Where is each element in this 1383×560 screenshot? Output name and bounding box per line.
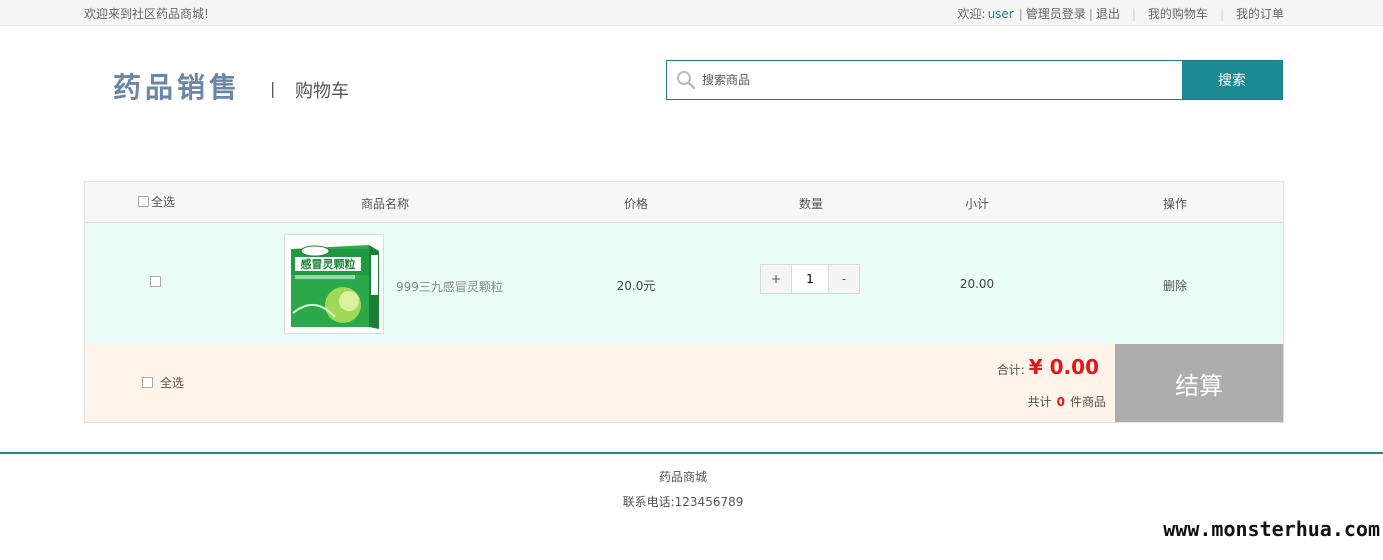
cart-summary: 全选 合计: ¥ 0.00 共计 0 件商品 结算 (85, 344, 1283, 422)
column-header-price: 价格 (623, 197, 649, 211)
total-amount: ¥ 0.00 (1028, 355, 1099, 379)
item-price: 20.0元 (616, 279, 656, 293)
item-checkbox[interactable] (150, 276, 161, 287)
search-bar: 搜索 (666, 60, 1283, 100)
footer-select-all[interactable]: 全选 (142, 374, 184, 391)
cart-table-header: 全选 商品名称 价格 数量 小计 操作 (85, 182, 1283, 223)
watermark-text: www.monsterhua.com (1163, 517, 1380, 541)
top-bar-links: 欢迎: user | 管理员登录 | 退出 | 我的购物车 | 我的订单 (958, 5, 1284, 22)
footer-site-name: 药品商城 (658, 470, 707, 484)
footer-contact: 联系电话:123456789 (622, 495, 744, 509)
quantity-stepper: + - (760, 264, 860, 294)
username-link[interactable]: user (988, 7, 1014, 21)
total-line: 合计: ¥ 0.00 (997, 355, 1099, 379)
product-image-label: 感冒灵颗粒 (301, 257, 356, 271)
quantity-decrement-button[interactable]: - (829, 265, 859, 293)
item-subtotal: 20.00 (959, 277, 995, 291)
count-suffix: 件商品 (1069, 395, 1106, 409)
search-icon (667, 61, 701, 99)
footer-select-all-checkbox[interactable] (142, 377, 153, 388)
total-label: 合计: (996, 363, 1025, 377)
quantity-increment-button[interactable]: + (761, 265, 791, 293)
select-all-label: 全选 (151, 195, 176, 209)
logout-link[interactable]: 退出 (1096, 5, 1120, 22)
table-row: 感冒灵颗粒 999三九感冒灵颗粒 20.0元 + - 20.00 删除 (85, 223, 1283, 345)
search-button[interactable]: 搜索 (1182, 61, 1282, 99)
divider: | (1219, 6, 1224, 21)
checkout-button[interactable]: 结算 (1115, 344, 1283, 422)
my-cart-link[interactable]: 我的购物车 (1148, 5, 1208, 22)
header-divider: | (270, 79, 276, 98)
site-logo[interactable]: 药品销售 (113, 66, 241, 106)
footer-select-all-label: 全选 (160, 376, 185, 390)
column-header-name: 商品名称 (360, 197, 410, 211)
divider: | (1131, 6, 1136, 21)
page-title: 购物车 (295, 81, 349, 102)
admin-login-link[interactable]: 管理员登录 (1026, 5, 1086, 22)
welcome-text: 欢迎来到社区药品商城! (84, 7, 209, 21)
top-bar: 欢迎来到社区药品商城! 欢迎: user | 管理员登录 | 退出 | 我的购物… (0, 0, 1383, 26)
cart-table: 全选 商品名称 价格 数量 小计 操作 感冒灵颗粒 999三九感冒灵颗粒 20.… (84, 181, 1284, 423)
product-image[interactable]: 感冒灵颗粒 (284, 234, 384, 334)
greeting-label: 欢迎: (957, 7, 986, 21)
count-prefix: 共计 (1027, 395, 1052, 409)
search-input[interactable] (701, 61, 1182, 99)
column-header-subtotal: 小计 (964, 197, 990, 211)
column-header-quantity: 数量 (798, 197, 824, 211)
select-all-checkbox[interactable] (138, 196, 149, 207)
item-count-line: 共计 0 件商品 (1028, 393, 1106, 410)
column-header-action: 操作 (1162, 197, 1188, 211)
my-orders-link[interactable]: 我的订单 (1236, 5, 1284, 22)
site-footer: 药品商城 联系电话:123456789 (0, 452, 1383, 560)
product-name-link[interactable]: 999三九感冒灵颗粒 (396, 278, 503, 295)
quantity-input[interactable] (791, 265, 829, 293)
delete-item-link[interactable]: 删除 (1163, 277, 1187, 294)
header-select-all[interactable]: 全选 (138, 193, 175, 210)
divider: | (1088, 6, 1093, 21)
item-count: 0 (1056, 395, 1065, 409)
divider: | (1018, 6, 1023, 21)
